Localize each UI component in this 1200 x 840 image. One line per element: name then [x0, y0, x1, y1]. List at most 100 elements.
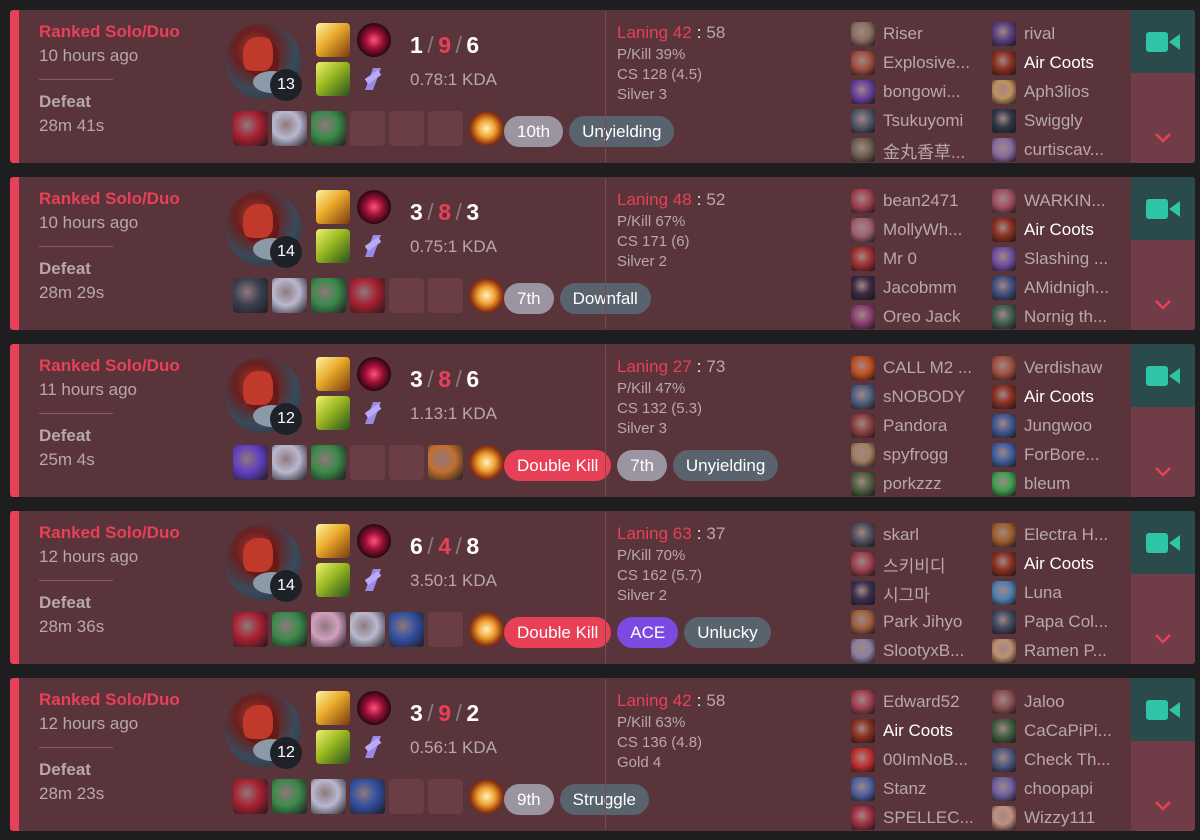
- participant-name[interactable]: Air Coots: [1024, 387, 1094, 407]
- participant[interactable]: Jacobmm: [851, 275, 992, 301]
- participant[interactable]: AMidnigh...: [992, 275, 1131, 301]
- participant[interactable]: choopapi: [992, 776, 1131, 802]
- participant[interactable]: SlootyxB...: [851, 638, 992, 664]
- participant-name[interactable]: Check Th...: [1024, 750, 1111, 770]
- empty-item-slot[interactable]: [428, 612, 463, 647]
- participant-name[interactable]: Slashing ...: [1024, 249, 1108, 269]
- empty-item-slot[interactable]: [389, 445, 424, 480]
- participant-name[interactable]: Air Coots: [1024, 53, 1094, 73]
- chevron-down-icon[interactable]: [1153, 462, 1173, 482]
- participant[interactable]: bean2471: [851, 188, 992, 214]
- participant[interactable]: bleum: [992, 471, 1131, 497]
- summoner-spell-flash-icon[interactable]: [316, 691, 350, 725]
- participant[interactable]: Jaloo: [992, 689, 1131, 715]
- participant[interactable]: ForBore...: [992, 442, 1131, 468]
- participant-name[interactable]: Jungwoo: [1024, 416, 1092, 436]
- secondary-rune-icon[interactable]: [361, 567, 387, 593]
- participant-name[interactable]: AMidnigh...: [1024, 278, 1109, 298]
- participant-name[interactable]: Edward52: [883, 692, 960, 712]
- item-slot[interactable]: [311, 779, 346, 814]
- participant[interactable]: Jungwoo: [992, 413, 1131, 439]
- item-slot[interactable]: [233, 278, 268, 313]
- participant[interactable]: sNOBODY: [851, 384, 992, 410]
- trinket-ward-icon[interactable]: [469, 779, 504, 814]
- participant-name[interactable]: curtiscav...: [1024, 140, 1104, 160]
- participant[interactable]: Air Coots: [992, 50, 1131, 76]
- item-slot[interactable]: [233, 779, 268, 814]
- participant-name[interactable]: SPELLEC...: [883, 808, 974, 828]
- participant-name[interactable]: Luna: [1024, 583, 1062, 603]
- secondary-rune-icon[interactable]: [361, 66, 387, 92]
- item-slot[interactable]: [272, 445, 307, 480]
- item-slot[interactable]: [350, 612, 385, 647]
- video-button[interactable]: [1131, 511, 1195, 574]
- item-slot[interactable]: [350, 278, 385, 313]
- participant[interactable]: Edward52: [851, 689, 992, 715]
- participant-name[interactable]: Air Coots: [1024, 554, 1094, 574]
- item-slot[interactable]: [272, 612, 307, 647]
- video-button[interactable]: [1131, 10, 1195, 73]
- participant[interactable]: CaCaPiPi...: [992, 718, 1131, 744]
- participant-name[interactable]: bongowi...: [883, 82, 961, 102]
- participant-name[interactable]: Papa Col...: [1024, 612, 1108, 632]
- participant[interactable]: SPELLEC...: [851, 805, 992, 831]
- participant[interactable]: Air Coots: [992, 384, 1131, 410]
- participant[interactable]: Swiggly: [992, 108, 1131, 134]
- item-slot[interactable]: [272, 111, 307, 146]
- keystone-rune-icon[interactable]: [357, 357, 391, 391]
- participant[interactable]: Slashing ...: [992, 246, 1131, 272]
- participant-name[interactable]: skarl: [883, 525, 919, 545]
- participant-name[interactable]: Electra H...: [1024, 525, 1108, 545]
- chevron-down-icon[interactable]: [1153, 295, 1173, 315]
- keystone-rune-icon[interactable]: [357, 691, 391, 725]
- participant[interactable]: porkzzz: [851, 471, 992, 497]
- participant-name[interactable]: 시그마: [883, 581, 930, 606]
- participant-name[interactable]: MollyWh...: [883, 220, 962, 240]
- participant-name[interactable]: Tsukuyomi: [883, 111, 963, 131]
- participant-name[interactable]: 金丸香草...: [883, 138, 965, 163]
- participant[interactable]: 시그마: [851, 580, 992, 606]
- participant-name[interactable]: Pandora: [883, 416, 947, 436]
- trinket-ward-icon[interactable]: [469, 111, 504, 146]
- participant-name[interactable]: WARKIN...: [1024, 191, 1106, 211]
- participant[interactable]: 스키비디: [851, 551, 992, 577]
- participant-name[interactable]: Mr 0: [883, 249, 917, 269]
- item-slot[interactable]: [272, 278, 307, 313]
- participant[interactable]: spyfrogg: [851, 442, 992, 468]
- participant[interactable]: Air Coots: [992, 217, 1131, 243]
- participant[interactable]: MollyWh...: [851, 217, 992, 243]
- item-slot[interactable]: [311, 111, 346, 146]
- chevron-down-icon[interactable]: [1153, 128, 1173, 148]
- participant[interactable]: Explosive...: [851, 50, 992, 76]
- participant[interactable]: Mr 0: [851, 246, 992, 272]
- participant[interactable]: Papa Col...: [992, 609, 1131, 635]
- chevron-down-icon[interactable]: [1153, 629, 1173, 649]
- participant-name[interactable]: ForBore...: [1024, 445, 1100, 465]
- participant-name[interactable]: Stanz: [883, 779, 926, 799]
- trinket-ward-icon[interactable]: [469, 278, 504, 313]
- participant[interactable]: Verdishaw: [992, 355, 1131, 381]
- participant[interactable]: Riser: [851, 21, 992, 47]
- participant-name[interactable]: Nornig th...: [1024, 307, 1107, 327]
- summoner-spell-flash-icon[interactable]: [316, 190, 350, 224]
- participant-name[interactable]: Riser: [883, 24, 923, 44]
- item-slot[interactable]: [311, 612, 346, 647]
- participant-name[interactable]: sNOBODY: [883, 387, 965, 407]
- summoner-spell-ghost-icon[interactable]: [316, 730, 350, 764]
- participant-name[interactable]: choopapi: [1024, 779, 1093, 799]
- summoner-spell-flash-icon[interactable]: [316, 23, 350, 57]
- participant[interactable]: Pandora: [851, 413, 992, 439]
- participant[interactable]: Luna: [992, 580, 1131, 606]
- participant-name[interactable]: bleum: [1024, 474, 1070, 494]
- item-slot[interactable]: [428, 445, 463, 480]
- participant-name[interactable]: Aph3lios: [1024, 82, 1089, 102]
- participant[interactable]: rival: [992, 21, 1131, 47]
- secondary-rune-icon[interactable]: [361, 400, 387, 426]
- item-slot[interactable]: [311, 278, 346, 313]
- keystone-rune-icon[interactable]: [357, 190, 391, 224]
- video-button[interactable]: [1131, 678, 1195, 741]
- participant-name[interactable]: 00ImNoB...: [883, 750, 968, 770]
- item-slot[interactable]: [311, 445, 346, 480]
- participant[interactable]: Aph3lios: [992, 79, 1131, 105]
- item-slot[interactable]: [233, 445, 268, 480]
